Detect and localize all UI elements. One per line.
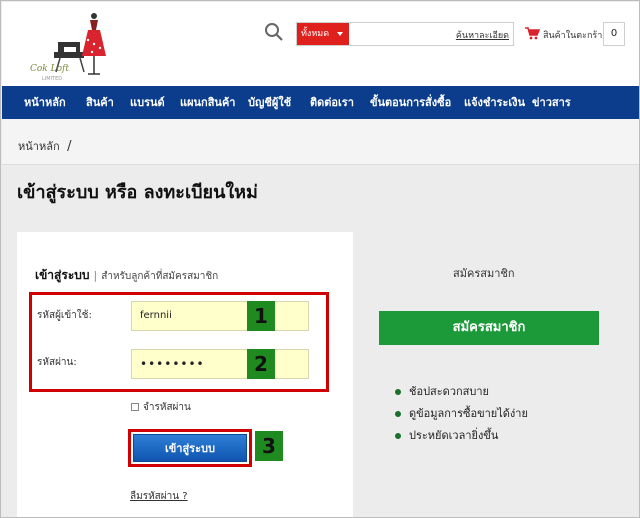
remember-checkbox[interactable]	[131, 403, 139, 411]
login-title: เข้าสู่ระบบ	[35, 268, 90, 282]
username-field[interactable]: fernnii	[131, 301, 309, 331]
chevron-down-icon	[337, 32, 343, 36]
nav-item-home[interactable]: หน้าหลัก	[24, 86, 66, 119]
page-title: เข้าสู่ระบบ หรือ ลงทะเบียนใหม่	[17, 182, 258, 203]
browser-frame: Cok Loft LIMITED ทั้งหมด ค้นหาละเอียด สิ…	[0, 0, 640, 518]
password-field[interactable]: ••••••••	[131, 349, 309, 379]
nav-item-products[interactable]: สินค้า	[86, 86, 114, 119]
breadcrumb: หน้าหลัก /	[18, 137, 72, 155]
search-category-select[interactable]: ทั้งหมด	[297, 23, 349, 45]
nav-item-news[interactable]: ข่าวสาร	[532, 86, 571, 119]
register-button[interactable]: สมัครสมาชิก	[379, 311, 599, 345]
username-label: รหัสผู้เข้าใช้:	[37, 310, 92, 321]
cart-count-badge[interactable]: 0	[603, 22, 625, 46]
search-icon[interactable]	[264, 22, 284, 42]
login-heading: เข้าสู่ระบบ | สำหรับลูกค้าที่สมัครสมาชิก	[35, 266, 218, 285]
list-item: ช้อปสะดวกสบาย	[393, 381, 528, 403]
register-title: สมัครสมาชิก	[453, 267, 515, 280]
forgot-password-link[interactable]: ลืมรหัสผ่าน ?	[130, 489, 188, 504]
search-input[interactable]: ทั้งหมด ค้นหาละเอียด	[296, 22, 514, 46]
main-nav: หน้าหลัก สินค้า แบรนด์ แผนกสินค้า บัญชีผ…	[2, 86, 639, 119]
logo-subtext: LIMITED	[42, 76, 63, 82]
breadcrumb-bar: หน้าหลัก /	[2, 119, 639, 165]
cart-icon[interactable]	[524, 26, 540, 40]
login-subtitle: สำหรับลูกค้าที่สมัครสมาชิก	[101, 271, 219, 282]
cart-label[interactable]: สินค้าในตะกร้า	[543, 28, 602, 42]
login-button-highlight: เข้าสู่ระบบ	[128, 429, 252, 467]
annotation-badge-3: 3	[255, 431, 283, 461]
list-item: ดูข้อมูลการซื้อขายได้ง่าย	[393, 403, 528, 425]
nav-item-brands[interactable]: แบรนด์	[130, 86, 165, 119]
nav-item-payment-notice[interactable]: แจ้งชำระเงิน	[464, 86, 525, 119]
nav-item-contact[interactable]: ติดต่อเรา	[310, 86, 354, 119]
login-panel: เข้าสู่ระบบ | สำหรับลูกค้าที่สมัครสมาชิก ร…	[17, 232, 353, 517]
login-heading-divider: |	[93, 269, 98, 282]
breadcrumb-home[interactable]: หน้าหลัก	[18, 140, 60, 153]
site-logo[interactable]: Cok Loft LIMITED	[14, 10, 110, 82]
nav-item-departments[interactable]: แผนกสินค้า	[180, 86, 235, 119]
list-item: ประหยัดเวลายิ่งขึ้น	[393, 425, 528, 447]
search-category-label: ทั้งหมด	[301, 29, 330, 39]
advanced-search-link[interactable]: ค้นหาละเอียด	[456, 28, 509, 42]
benefits-list: ช้อปสะดวกสบาย ดูข้อมูลการซื้อขายได้ง่าย …	[393, 381, 528, 447]
remember-label: จำรหัสผ่าน	[143, 402, 191, 413]
password-label: รหัสผ่าน:	[37, 357, 77, 368]
remember-password[interactable]: จำรหัสผ่าน	[131, 400, 191, 415]
logo-text: Cok Loft	[30, 64, 69, 74]
breadcrumb-separator: /	[67, 139, 72, 154]
nav-item-account[interactable]: บัญชีผู้ใช้	[248, 86, 291, 119]
login-button[interactable]: เข้าสู่ระบบ	[133, 434, 247, 462]
annotation-badge-1: 1	[247, 301, 275, 331]
site-header: Cok Loft LIMITED ทั้งหมด ค้นหาละเอียด สิ…	[2, 2, 639, 86]
annotation-badge-2: 2	[247, 349, 275, 379]
nav-item-order-steps[interactable]: ขั้นตอนการสั่งซื้อ	[370, 86, 451, 119]
